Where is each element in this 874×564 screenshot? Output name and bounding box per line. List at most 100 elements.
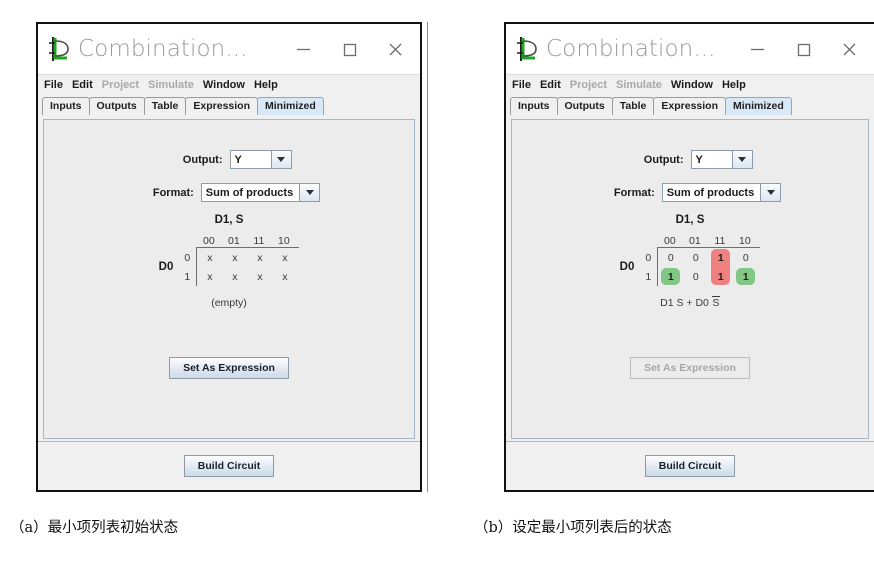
kmap-cell[interactable]: 1 — [708, 248, 733, 267]
menu-window[interactable]: Window — [671, 79, 713, 91]
format-select[interactable]: Sum of products — [200, 183, 321, 202]
kmap-cell[interactable]: 0 — [658, 248, 683, 267]
tab-strip-a: Inputs Outputs Table Expression Minimize… — [38, 95, 420, 115]
menu-edit[interactable]: Edit — [72, 79, 93, 91]
tab-strip-b: Inputs Outputs Table Expression Minimize… — [506, 95, 874, 115]
kmap-row: 1 1 0 1 1 — [639, 267, 760, 286]
close-icon[interactable] — [826, 26, 872, 72]
tab-expression[interactable]: Expression — [653, 97, 727, 115]
format-select[interactable]: Sum of products — [661, 183, 782, 202]
output-label: Output: — [182, 153, 223, 166]
set-as-expression-button: Set As Expression — [630, 357, 750, 379]
kmap-row: 0 x x x x — [178, 248, 299, 267]
kmap-cell[interactable]: x — [272, 248, 297, 267]
maximize-icon[interactable] — [326, 26, 372, 72]
menu-project: Project — [569, 79, 608, 91]
kmap-cell[interactable]: x — [247, 267, 272, 286]
minimize-icon[interactable] — [734, 26, 780, 72]
kmap-cell[interactable]: 0 — [683, 267, 708, 286]
kmap-row-header: D0 — [158, 261, 174, 273]
menu-help[interactable]: Help — [722, 79, 746, 91]
kmap-cell[interactable]: x — [272, 267, 297, 286]
kmap-b: D1, S D0 00 01 11 10 0 0 0 1 0 1 1 0 1 1… — [512, 214, 868, 309]
tab-minimized[interactable]: Minimized — [257, 97, 324, 115]
tab-outputs[interactable]: Outputs — [88, 97, 145, 115]
kmap-cell[interactable]: x — [197, 248, 222, 267]
column-divider — [427, 22, 428, 492]
window-b: Combination... File Edit Project Simulat… — [504, 22, 874, 492]
kmap-col-label: 11 — [253, 235, 265, 247]
menu-bar-a: File Edit Project Simulate Window Help — [38, 74, 420, 95]
menu-project: Project — [101, 79, 140, 91]
menu-simulate: Simulate — [616, 79, 662, 91]
tab-minimized[interactable]: Minimized — [725, 97, 792, 115]
window-a: Combination... File Edit Project Simulat… — [36, 22, 422, 492]
format-label: Format: — [613, 186, 655, 199]
minimized-pane-b: Output: Y Format: Sum of products D1, S … — [511, 119, 869, 439]
menu-file[interactable]: File — [512, 79, 531, 91]
format-label: Format: — [152, 186, 194, 199]
kmap-col-label: 10 — [278, 235, 290, 247]
kmap-cell[interactable]: x — [222, 267, 247, 286]
expression-overline-term: S — [711, 296, 720, 309]
tab-inputs[interactable]: Inputs — [42, 97, 90, 115]
close-icon[interactable] — [372, 26, 418, 72]
kmap-cells: x x x x — [196, 267, 297, 286]
chevron-down-icon — [270, 151, 291, 168]
kmap-col-label: 01 — [689, 235, 701, 247]
caption-b: （b）设定最小项列表后的状态 — [474, 520, 672, 536]
build-circuit-button[interactable]: Build Circuit — [183, 455, 275, 477]
kmap-cell[interactable]: 0 — [683, 248, 708, 267]
kmap-cell[interactable]: 1 — [733, 267, 758, 286]
kmap-cell[interactable]: x — [247, 248, 272, 267]
tab-outputs[interactable]: Outputs — [556, 97, 613, 115]
kmap-col-label: 11 — [714, 235, 726, 247]
tab-expression[interactable]: Expression — [185, 97, 259, 115]
menu-file[interactable]: File — [44, 79, 63, 91]
expression-prefix: D1 S + D0 — [660, 297, 712, 309]
tab-table[interactable]: Table — [143, 97, 187, 115]
menu-window[interactable]: Window — [203, 79, 245, 91]
expression-result-b: D1 S + D0 S — [512, 296, 868, 309]
kmap-col-label: 10 — [739, 235, 751, 247]
tab-table[interactable]: Table — [611, 97, 655, 115]
minimized-pane-a: Output: Y Format: Sum of products D1, S … — [43, 119, 415, 439]
menu-simulate: Simulate — [148, 79, 194, 91]
caption-a: （a）最小项列表初始状态 — [10, 520, 179, 536]
kmap-cell[interactable]: 1 — [658, 267, 683, 286]
menu-help[interactable]: Help — [254, 79, 278, 91]
chevron-down-icon — [299, 184, 320, 201]
build-circuit-button[interactable]: Build Circuit — [644, 455, 736, 477]
tab-inputs[interactable]: Inputs — [510, 97, 558, 115]
kmap-cell[interactable]: 0 — [733, 248, 758, 267]
kmap-cells: 1 0 1 1 — [657, 267, 758, 286]
kmap-cells: 0 0 1 0 — [657, 248, 758, 285]
kmap-cell[interactable]: 1 — [708, 267, 733, 286]
form-a: Output: Y Format: Sum of products — [44, 150, 414, 216]
kmap-col-label: 00 — [203, 235, 215, 247]
menu-edit[interactable]: Edit — [540, 79, 561, 91]
bottom-bar-a: Build Circuit — [38, 441, 420, 490]
output-row-a: Output: Y — [44, 150, 414, 169]
set-as-expression-button[interactable]: Set As Expression — [169, 357, 289, 379]
kmap-row-label: 0 — [184, 251, 191, 264]
window-title: Combination... — [546, 36, 716, 62]
kmap-row: 0 0 0 1 0 — [639, 248, 760, 285]
chevron-down-icon — [760, 184, 781, 201]
menu-bar-b: File Edit Project Simulate Window Help — [506, 74, 874, 95]
panel-b: Output: Y Format: Sum of products D1, S … — [506, 115, 874, 490]
kmap-row-header: D0 — [619, 261, 635, 273]
kmap-col-labels: 00 01 11 10 — [196, 235, 299, 247]
output-select[interactable]: Y — [229, 150, 292, 169]
output-select[interactable]: Y — [690, 150, 753, 169]
kmap-cell[interactable]: x — [197, 267, 222, 286]
maximize-icon[interactable] — [780, 26, 826, 72]
kmap-cell[interactable]: x — [222, 248, 247, 267]
kmap-col-labels: 00 01 11 10 — [657, 235, 760, 247]
bottom-bar-b: Build Circuit — [506, 441, 874, 490]
output-value: Y — [230, 151, 271, 168]
format-value: Sum of products — [201, 184, 300, 201]
minimize-icon[interactable] — [280, 26, 326, 72]
expression-result-a: (empty) — [211, 297, 247, 309]
chevron-down-icon — [731, 151, 752, 168]
